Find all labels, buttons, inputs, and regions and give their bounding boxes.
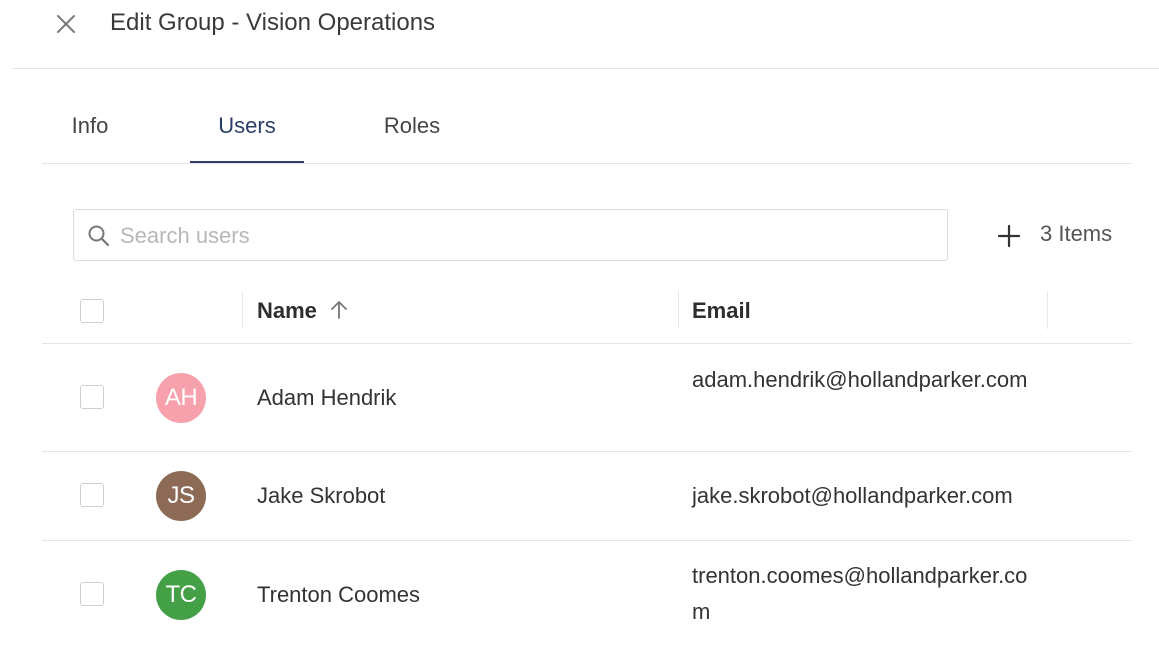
items-count: 3 Items bbox=[1040, 221, 1113, 246]
tab-bar: Info Users Roles bbox=[42, 100, 1132, 164]
column-header-email[interactable]: Email bbox=[692, 298, 751, 324]
row-divider bbox=[42, 540, 1132, 541]
avatar: AH bbox=[156, 373, 206, 423]
close-button[interactable] bbox=[52, 10, 80, 38]
tab-roles[interactable]: Roles bbox=[364, 100, 460, 164]
column-header-name[interactable]: Name bbox=[257, 298, 317, 324]
column-divider bbox=[1047, 291, 1048, 329]
row-divider bbox=[42, 343, 1132, 344]
search-box bbox=[73, 209, 948, 262]
sort-ascending-icon[interactable] bbox=[328, 299, 350, 321]
edit-group-panel: Edit Group - Vision Operations Info User… bbox=[0, 0, 1159, 646]
row-divider bbox=[42, 451, 1132, 452]
tabs-divider bbox=[42, 163, 1132, 164]
column-divider bbox=[678, 291, 679, 329]
search-icon bbox=[88, 225, 110, 247]
user-email: jake.skrobot@hollandparker.com bbox=[692, 483, 1013, 508]
user-email: adam.hendrik@hollandparker.com bbox=[692, 367, 1028, 392]
header-divider bbox=[12, 68, 1159, 69]
row-checkbox[interactable] bbox=[80, 483, 104, 507]
user-name: Jake Skrobot bbox=[257, 483, 386, 508]
search-input[interactable] bbox=[118, 210, 922, 262]
avatar: TC bbox=[156, 570, 206, 620]
tab-info[interactable]: Info bbox=[42, 100, 138, 164]
row-checkbox[interactable] bbox=[80, 582, 104, 606]
column-divider bbox=[242, 291, 243, 329]
user-email: trenton.coomes@hollandparker.com bbox=[692, 563, 1028, 624]
user-name: Trenton Coomes bbox=[257, 582, 421, 607]
select-all-checkbox[interactable] bbox=[80, 299, 104, 323]
row-checkbox[interactable] bbox=[80, 385, 104, 409]
add-user-button[interactable] bbox=[995, 222, 1023, 250]
page-title: Edit Group - Vision Operations bbox=[110, 9, 436, 36]
close-icon bbox=[57, 15, 75, 33]
user-name: Adam Hendrik bbox=[257, 385, 397, 410]
avatar: JS bbox=[156, 471, 206, 521]
tab-users[interactable]: Users bbox=[190, 100, 304, 164]
